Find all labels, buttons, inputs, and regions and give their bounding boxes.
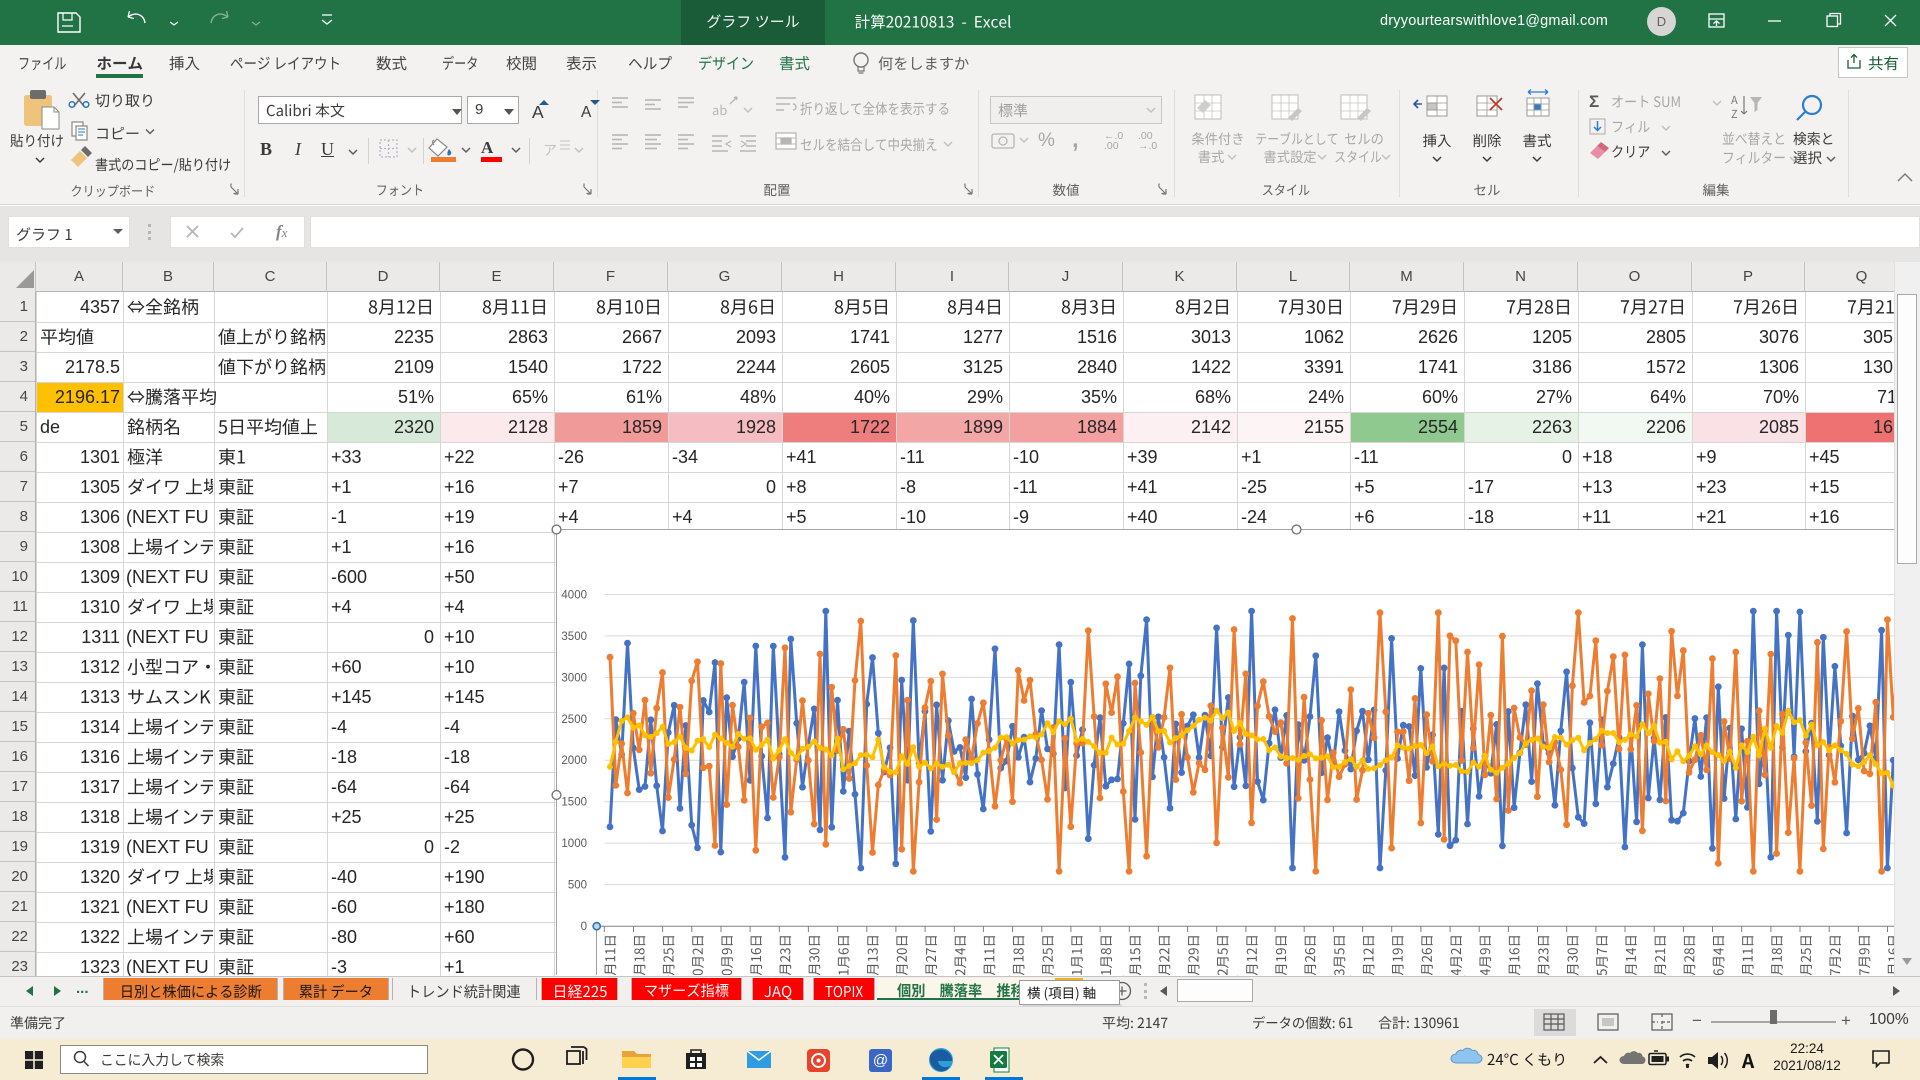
svg-text:3000: 3000 [561,672,587,684]
svg-text:2500: 2500 [561,714,587,726]
svg-text:0: 0 [581,921,587,933]
svg-text:1000: 1000 [561,838,587,850]
svg-text:3500: 3500 [561,631,587,643]
svg-text:1500: 1500 [561,797,587,809]
svg-text:500: 500 [568,880,587,892]
svg-text:2000: 2000 [561,755,587,767]
svg-text:4000: 4000 [561,590,587,602]
